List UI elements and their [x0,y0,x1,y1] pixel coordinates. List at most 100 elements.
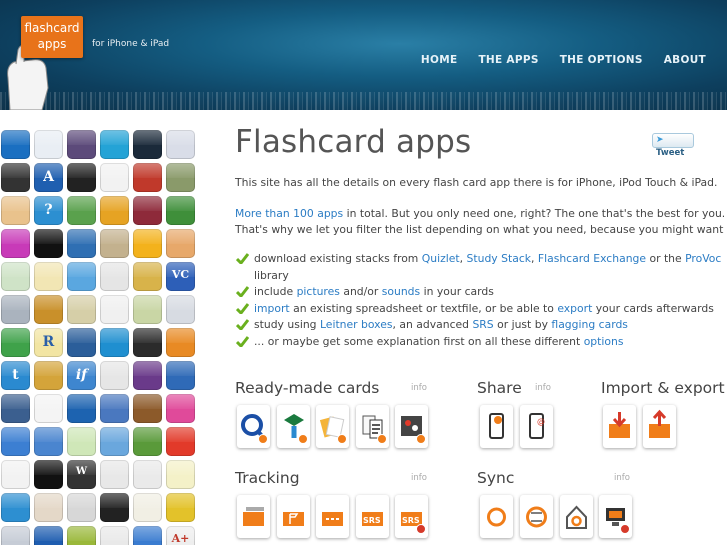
app-icon[interactable] [100,130,129,159]
app-icon[interactable] [133,493,162,522]
app-icon[interactable] [34,361,63,390]
app-icon[interactable] [166,130,195,159]
app-icon[interactable]: A [34,163,63,192]
app-icon[interactable] [100,328,129,357]
app-icon[interactable] [100,196,129,225]
app-icon[interactable] [1,262,30,291]
computer-sync-icon[interactable] [599,495,632,538]
app-icon[interactable] [166,460,195,489]
share-info-link[interactable]: info [535,383,551,393]
app-icon[interactable] [34,262,63,291]
app-icon[interactable] [34,427,63,456]
srs-advanced-icon[interactable]: SRS [395,495,428,538]
tweet-button[interactable]: ➤ Tweet [652,133,694,158]
app-icon[interactable] [133,295,162,324]
flashcard-exchange-filter-icon[interactable] [316,405,349,448]
app-icon[interactable] [100,163,129,192]
app-icon[interactable] [34,493,63,522]
app-icon[interactable]: A+ [166,526,195,545]
app-icon[interactable] [166,493,195,522]
app-icon[interactable] [166,361,195,390]
progress-tracking-icon[interactable] [316,495,349,538]
app-icon[interactable] [166,163,195,192]
app-icon[interactable] [34,295,63,324]
quizlet-link[interactable]: Quizlet [422,252,460,265]
app-icon[interactable] [1,196,30,225]
app-icon[interactable] [133,196,162,225]
app-icon[interactable] [133,163,162,192]
app-icon[interactable] [1,526,30,545]
app-icon[interactable] [1,163,30,192]
app-icon[interactable] [100,493,129,522]
pictures-link[interactable]: pictures [297,285,340,298]
library-filter-icon[interactable] [395,405,428,448]
quizlet-filter-icon[interactable] [237,405,270,448]
app-icon[interactable] [1,493,30,522]
app-icon[interactable] [1,460,30,489]
leitner-boxes-link[interactable]: Leitner boxes [320,318,393,331]
app-icon[interactable] [67,130,96,159]
flagging-cards-link[interactable]: flagging cards [551,318,628,331]
export-link[interactable]: export [557,302,592,315]
export-icon[interactable] [643,405,676,448]
app-icon[interactable] [100,526,129,545]
app-icon[interactable] [133,130,162,159]
app-icon[interactable] [100,460,129,489]
app-icon[interactable] [67,427,96,456]
study-stack-link[interactable]: Study Stack [467,252,532,265]
cloud-sync-icon[interactable] [480,495,513,538]
app-icon[interactable] [67,328,96,357]
app-icon[interactable] [133,262,162,291]
app-icon[interactable]: ? [34,196,63,225]
app-icon[interactable] [67,493,96,522]
app-icon[interactable] [100,229,129,258]
site-logo[interactable]: flashcard apps [21,16,83,58]
app-icon[interactable] [1,229,30,258]
app-icon[interactable] [1,328,30,357]
app-icon[interactable] [1,295,30,324]
options-link[interactable]: options [584,335,624,348]
app-icon[interactable] [133,526,162,545]
app-icon[interactable] [34,394,63,423]
provoc-link[interactable]: ProVoc [685,252,721,265]
app-icon[interactable] [133,460,162,489]
ready-made-info-link[interactable]: info [411,383,427,393]
flashcard-exchange-link[interactable]: Flashcard Exchange [538,252,646,265]
share-phone-email-icon[interactable]: @ [520,405,553,448]
app-icon[interactable] [1,427,30,456]
share-phone-receive-icon[interactable] [480,405,513,448]
web-sync-icon[interactable] [520,495,553,538]
app-icon[interactable] [166,295,195,324]
app-icon[interactable]: t [1,361,30,390]
app-icon[interactable] [1,130,30,159]
app-icon[interactable] [166,328,195,357]
app-icon[interactable] [166,196,195,225]
app-icon[interactable] [133,427,162,456]
app-icon[interactable] [67,163,96,192]
app-icon[interactable]: if [67,361,96,390]
nav-the-options[interactable]: THE OPTIONS [560,54,643,66]
app-icon[interactable] [133,328,162,357]
app-icon[interactable]: VC [166,262,195,291]
app-icon[interactable] [34,130,63,159]
app-icon[interactable] [133,394,162,423]
app-icon[interactable] [133,361,162,390]
more-apps-link[interactable]: More than 100 apps [235,207,343,220]
app-icon[interactable] [67,526,96,545]
app-icon[interactable]: W [67,460,96,489]
app-icon[interactable] [1,394,30,423]
app-icon[interactable] [67,394,96,423]
app-icon[interactable] [100,295,129,324]
app-icon[interactable] [34,460,63,489]
app-icon[interactable] [67,229,96,258]
app-icon[interactable] [100,262,129,291]
srs-link[interactable]: SRS [472,318,493,331]
app-icon[interactable] [100,394,129,423]
nav-home[interactable]: HOME [421,54,458,66]
nav-about[interactable]: ABOUT [664,54,706,66]
app-icon[interactable] [67,262,96,291]
provoc-filter-icon[interactable] [356,405,389,448]
app-icon[interactable] [133,229,162,258]
app-icon[interactable] [67,196,96,225]
app-icon[interactable] [34,526,63,545]
